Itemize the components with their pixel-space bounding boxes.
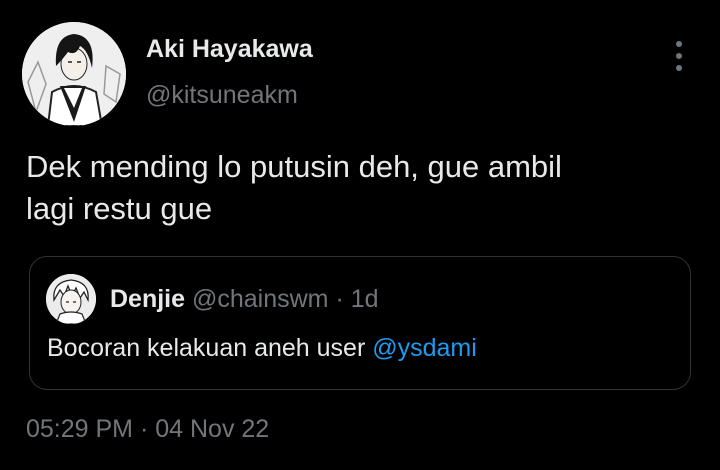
- quoted-handle[interactable]: @chainswm: [192, 285, 329, 313]
- tweet-text-line-1: Dek mending lo putusin deh, gue ambil: [26, 149, 562, 184]
- tweet: Aki Hayakawa @kitsuneakm Dek mending lo …: [0, 0, 720, 470]
- more-dot: [676, 41, 682, 47]
- anime-character-avatar-icon: [22, 22, 126, 126]
- quoted-separator: ·: [335, 285, 344, 313]
- anime-character-avatar-icon: [46, 274, 96, 324]
- more-options-icon[interactable]: [664, 38, 694, 74]
- tweet-text-line-2: lagi restu gue: [26, 191, 213, 226]
- author-block: Aki Hayakawa @kitsuneakm: [146, 34, 313, 110]
- more-dot: [676, 65, 682, 71]
- quoted-display-name[interactable]: Denjie: [110, 285, 185, 313]
- more-dot: [676, 53, 682, 59]
- quoted-mention-link[interactable]: @ysdami: [372, 334, 477, 362]
- quoted-author-avatar[interactable]: [46, 274, 96, 324]
- author-display-name[interactable]: Aki Hayakawa: [146, 34, 313, 64]
- timestamp-date: 04 Nov 22: [155, 415, 270, 443]
- tweet-timestamp[interactable]: 05:29 PM · 04 Nov 22: [26, 414, 269, 444]
- quoted-tweet[interactable]: Denjie @chainswm · 1d Bocoran kelakuan a…: [29, 256, 691, 390]
- quoted-text: Bocoran kelakuan aneh user @ysdami: [47, 333, 477, 363]
- quoted-text-body: Bocoran kelakuan aneh user: [47, 334, 373, 362]
- timestamp-time: 05:29 PM: [26, 415, 134, 443]
- timestamp-separator: ·: [139, 415, 149, 443]
- author-handle[interactable]: @kitsuneakm: [146, 80, 313, 110]
- tweet-text: Dek mending lo putusin deh, gue ambil la…: [26, 146, 696, 230]
- quoted-header: Denjie @chainswm · 1d: [110, 284, 379, 314]
- quoted-time[interactable]: 1d: [351, 285, 379, 313]
- author-avatar[interactable]: [22, 22, 126, 126]
